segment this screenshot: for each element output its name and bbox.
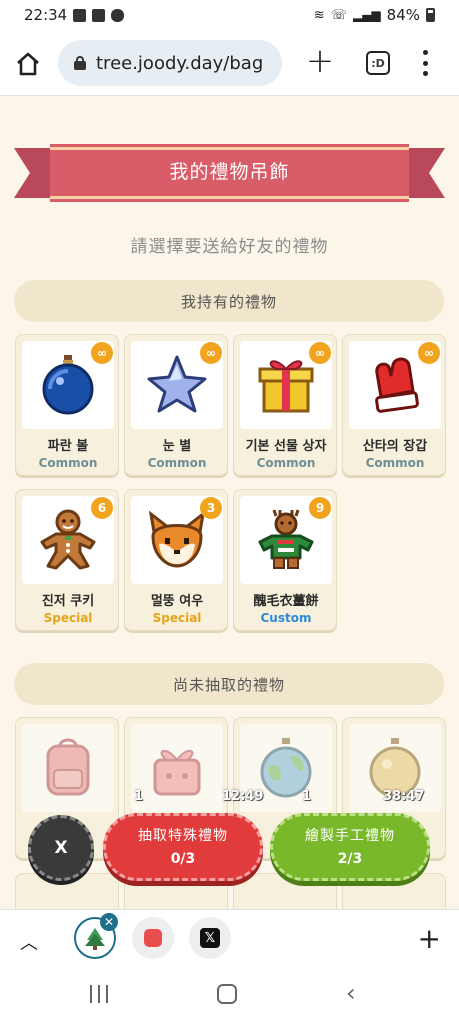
gallery-notification-icon — [73, 8, 87, 22]
battery-level: 84% — [386, 6, 420, 24]
draw-special-gift-button[interactable]: 抽取特殊禮物 0/3 — [103, 813, 263, 881]
craft-gift-label: 繪製手工禮物 — [305, 828, 395, 844]
more-menu-icon[interactable] — [418, 50, 432, 76]
page-title: 我的禮物吊飾 — [169, 161, 290, 183]
page-subtitle: 請選擇要送給好友的禮物 — [130, 237, 329, 257]
tab-x[interactable]: 𝕏 — [189, 917, 231, 959]
home-nav-icon[interactable] — [217, 984, 237, 1004]
gift-rarity: Common — [256, 456, 316, 470]
timer-text: 12:49 — [222, 789, 264, 804]
draw-special-gift-count: 0/3 — [170, 851, 196, 867]
x-logo-icon: 𝕏 — [200, 928, 220, 948]
photo-notification-icon — [92, 8, 106, 22]
craft-gift-count: 2/3 — [337, 851, 363, 867]
pink-backpack-icon — [22, 724, 114, 812]
gift-rarity: Custom — [260, 611, 312, 625]
gift-rarity: Common — [365, 456, 425, 470]
count-badge: 6 — [91, 497, 113, 519]
browser-toolbar: tree.joody.day/bag + :D — [0, 30, 459, 96]
gift-rarity: Special — [43, 611, 93, 625]
gift-name: 파란 볼 — [47, 439, 89, 454]
owned-gifts-header: 我持有的禮物 — [14, 280, 444, 322]
status-bar: 22:34 ≋ ☏ ▂▄▆ 84% — [0, 0, 459, 30]
gift-bag-page: 我的禮物吊飾 請選擇要送給好友的禮物 我持有的禮物 ∞ 파란 볼 Common … — [0, 97, 459, 909]
new-tab-icon[interactable]: + — [305, 44, 335, 78]
chevron-up-icon[interactable]: ︿ — [20, 929, 38, 955]
gift-rarity: Special — [152, 611, 202, 625]
gift-card-ugly-sweater-gingerbread[interactable]: 9 醜毛衣薑餅 Custom — [233, 489, 337, 631]
count-badge: ∞ — [418, 342, 440, 364]
incognito-icon — [111, 8, 125, 22]
tab-strip: ︿ ✕ 𝕏 + — [0, 909, 459, 967]
gift-name: 산타의 장갑 — [362, 439, 428, 454]
count-badge: ∞ — [309, 342, 331, 364]
address-bar[interactable]: tree.joody.day/bag — [58, 40, 282, 86]
unowned-gifts-header: 尚未抽取的禮物 — [14, 663, 444, 705]
tab-switcher-button[interactable]: :D — [366, 51, 390, 75]
url-text: tree.joody.day/bag — [96, 52, 264, 74]
home-icon[interactable] — [14, 50, 42, 78]
gift-card-gingerbread-cookie[interactable]: 6 진저 쿠키 Special — [15, 489, 119, 631]
gift-name: 눈 별 — [162, 439, 192, 454]
wifi-icon: ≋ — [313, 7, 325, 23]
gift-card-snow-star[interactable]: ∞ 눈 별 Common — [124, 334, 228, 476]
gift-card-fox[interactable]: 3 멀뚱 여우 Special — [124, 489, 228, 631]
count-badge: 9 — [309, 497, 331, 519]
tab-app[interactable] — [132, 917, 174, 959]
craft-gift-button[interactable]: 繪製手工禮物 2/3 — [270, 813, 430, 881]
draw-special-gift-label: 抽取特殊禮物 — [138, 828, 228, 844]
gift-name: 醜毛衣薑餅 — [253, 594, 319, 609]
gift-name: 진저 쿠키 — [41, 594, 95, 609]
count-badge: ∞ — [91, 342, 113, 364]
gift-name: 기본 선물 상자 — [245, 439, 327, 454]
gift-card-santa-mitten[interactable]: ∞ 산타의 장갑 Common — [342, 334, 446, 476]
gift-name: 멀뚱 여우 — [150, 594, 204, 609]
battery-icon — [426, 8, 435, 22]
lock-icon — [74, 56, 86, 70]
timer-text: 1 — [134, 789, 144, 804]
recent-apps-icon[interactable] — [90, 985, 108, 1003]
timer-text: 38:47 — [383, 789, 425, 804]
close-button[interactable]: X — [28, 815, 94, 881]
back-icon[interactable]: ‹ — [346, 979, 356, 1007]
status-time: 22:34 — [24, 6, 68, 24]
pink-gift-icon — [131, 724, 223, 812]
timer-text: 1 — [302, 789, 312, 804]
signal-icon: ▂▄▆ — [352, 8, 381, 22]
system-nav-bar: ‹ — [0, 967, 459, 1024]
gift-rarity: Common — [147, 456, 207, 470]
call-icon: ☏ — [330, 7, 347, 23]
gift-card-gift-box[interactable]: ∞ 기본 선물 상자 Common — [233, 334, 337, 476]
count-badge: 3 — [200, 497, 222, 519]
gift-rarity: Common — [38, 456, 98, 470]
app-tab-icon — [144, 929, 162, 947]
close-tab-icon[interactable]: ✕ — [100, 913, 118, 931]
count-badge: ∞ — [200, 342, 222, 364]
add-tab-icon[interactable]: + — [418, 922, 441, 955]
gift-card-blue-ornament[interactable]: ∞ 파란 볼 Common — [15, 334, 119, 476]
